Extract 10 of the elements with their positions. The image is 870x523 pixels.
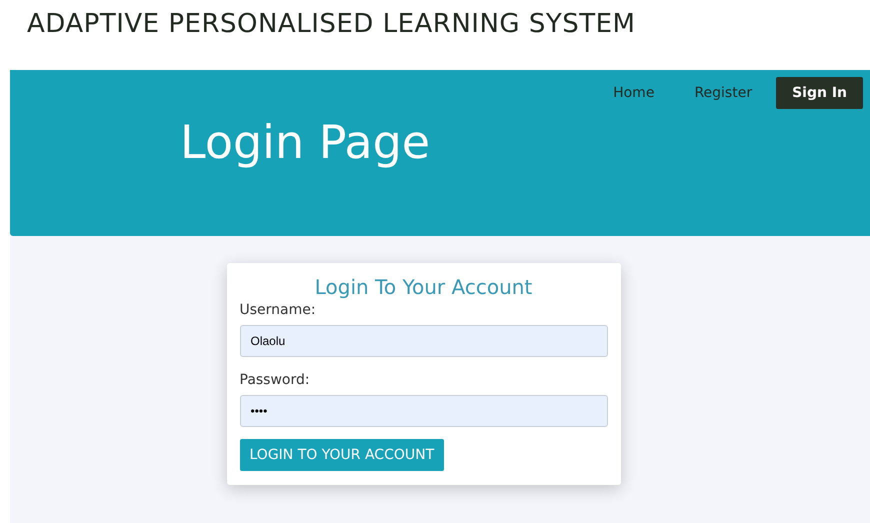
input-field[interactable]: Olaolu — [240, 325, 608, 357]
nav-link[interactable]: Home — [597, 77, 670, 109]
nav-link[interactable]: Sign In — [776, 77, 863, 109]
page-heading: Login Page — [180, 115, 432, 169]
input-field[interactable]: •••• — [240, 395, 608, 427]
site-title: ADAPTIVE PERSONALISED LEARNING SYSTEM — [27, 8, 636, 41]
field-label: Username: — [240, 302, 317, 318]
field-label: Password: — [240, 372, 311, 388]
nav-link[interactable]: Register — [678, 77, 768, 109]
card-title: Login To Your Account — [314, 275, 534, 299]
